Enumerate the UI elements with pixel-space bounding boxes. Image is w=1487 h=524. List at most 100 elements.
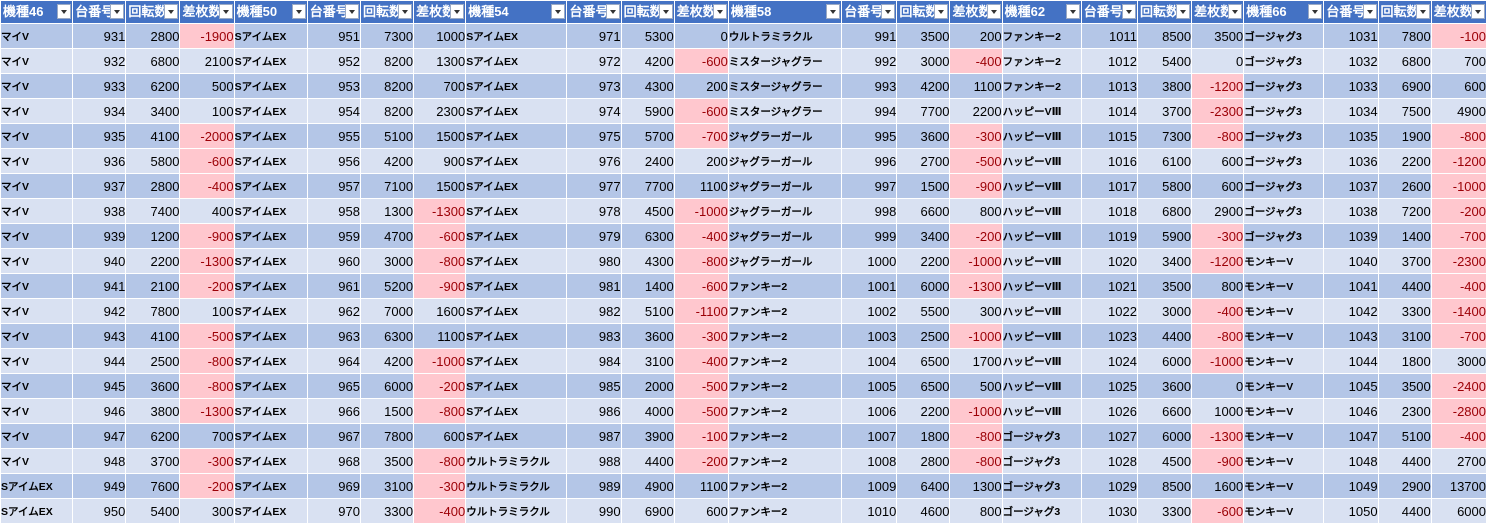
machine-number-cell[interactable]: 1034 [1323, 98, 1379, 124]
machine-number-cell[interactable]: 1024 [1080, 348, 1138, 374]
machine-name-cell[interactable]: ハッピーVⅢ [1001, 298, 1082, 324]
coin-diff-cell[interactable]: 1300 [413, 48, 467, 74]
coin-diff-cell[interactable]: 600 [673, 498, 729, 524]
machine-name-cell[interactable]: SアイムEX [233, 123, 308, 149]
spin-count-cell[interactable]: 1500 [359, 398, 415, 424]
machine-number-cell[interactable]: 1017 [1080, 173, 1138, 199]
machine-name-cell[interactable]: マイV [0, 298, 74, 324]
spin-count-cell[interactable]: 6000 [359, 373, 415, 399]
spin-count-cell[interactable]: 2600 [1377, 173, 1432, 199]
machine-name-cell[interactable]: ファンキー2 [727, 298, 843, 324]
machine-name-cell[interactable]: マイV [0, 198, 74, 224]
coin-diff-cell[interactable]: -200 [413, 373, 467, 399]
machine-name-cell[interactable]: ウルトラミラクル [465, 498, 568, 524]
machine-number-cell[interactable]: 958 [306, 198, 361, 224]
spin-count-cell[interactable]: 1300 [359, 198, 415, 224]
filter-dropdown-icon[interactable] [164, 4, 179, 19]
machine-number-cell[interactable]: 955 [306, 123, 361, 149]
column-header[interactable]: 回転数 [359, 0, 415, 24]
coin-diff-cell[interactable]: -800 [1191, 123, 1245, 149]
machine-number-cell[interactable]: 1032 [1323, 48, 1379, 74]
machine-name-cell[interactable]: SアイムEX [233, 323, 308, 349]
coin-diff-cell[interactable]: 800 [1191, 273, 1245, 299]
coin-diff-cell[interactable]: 600 [1430, 73, 1487, 99]
coin-diff-cell[interactable]: -500 [673, 373, 729, 399]
machine-name-cell[interactable]: SアイムEX [465, 248, 568, 274]
machine-number-cell[interactable]: 1039 [1323, 223, 1379, 249]
filter-dropdown-icon[interactable] [57, 4, 72, 19]
machine-number-cell[interactable]: 1026 [1080, 398, 1138, 424]
machine-number-cell[interactable]: 933 [72, 73, 127, 99]
coin-diff-cell[interactable]: 500 [949, 373, 1003, 399]
machine-name-cell[interactable]: ウルトラミラクル [465, 473, 568, 499]
column-header[interactable]: 回転数 [1377, 0, 1432, 24]
coin-diff-cell[interactable]: -1000 [673, 198, 729, 224]
machine-name-cell[interactable]: ジャグラーガール [727, 173, 843, 199]
machine-name-cell[interactable]: ゴージャグ3 [1001, 423, 1082, 449]
spin-count-cell[interactable]: 1800 [896, 423, 951, 449]
coin-diff-cell[interactable]: -200 [179, 473, 235, 499]
machine-name-cell[interactable]: SアイムEX [465, 23, 568, 49]
machine-name-cell[interactable]: マイV [0, 23, 74, 49]
machine-number-cell[interactable]: 1021 [1080, 273, 1138, 299]
spin-count-cell[interactable]: 7300 [359, 23, 415, 49]
machine-number-cell[interactable]: 940 [72, 248, 127, 274]
machine-name-cell[interactable]: SアイムEX [465, 323, 568, 349]
machine-name-cell[interactable]: ゴージャグ3 [1243, 198, 1325, 224]
spin-count-cell[interactable]: 5100 [1377, 423, 1432, 449]
machine-name-cell[interactable]: ファンキー2 [727, 348, 843, 374]
machine-name-cell[interactable]: SアイムEX [233, 373, 308, 399]
machine-number-cell[interactable]: 968 [306, 448, 361, 474]
spin-count-cell[interactable]: 6800 [1377, 48, 1432, 74]
coin-diff-cell[interactable]: -700 [673, 123, 729, 149]
machine-number-cell[interactable]: 1045 [1323, 373, 1379, 399]
filter-dropdown-icon[interactable] [826, 4, 841, 19]
machine-name-cell[interactable]: SアイムEX [233, 148, 308, 174]
spin-count-cell[interactable]: 3500 [1377, 373, 1432, 399]
column-header[interactable]: 差枚数 [949, 0, 1003, 24]
column-header[interactable]: 台番号 [566, 0, 622, 24]
machine-name-cell[interactable]: ゴージャグ3 [1001, 448, 1082, 474]
machine-number-cell[interactable]: 971 [566, 23, 622, 49]
machine-number-cell[interactable]: 1010 [841, 498, 898, 524]
machine-name-cell[interactable]: ミスタージャグラー [727, 98, 843, 124]
machine-name-cell[interactable]: マイV [0, 423, 74, 449]
column-header[interactable]: 機種66 [1243, 0, 1325, 24]
machine-number-cell[interactable]: 1035 [1323, 123, 1379, 149]
spin-count-cell[interactable]: 6200 [125, 73, 181, 99]
machine-number-cell[interactable]: 962 [306, 298, 361, 324]
spin-count-cell[interactable]: 4200 [620, 48, 675, 74]
machine-number-cell[interactable]: 937 [72, 173, 127, 199]
machine-name-cell[interactable]: ハッピーVⅢ [1001, 148, 1082, 174]
coin-diff-cell[interactable]: -1300 [179, 398, 235, 424]
machine-number-cell[interactable]: 994 [841, 98, 898, 124]
column-header[interactable]: 台番号 [1080, 0, 1138, 24]
spin-count-cell[interactable]: 7000 [359, 298, 415, 324]
spin-count-cell[interactable]: 8200 [359, 73, 415, 99]
machine-name-cell[interactable]: モンキーV [1243, 323, 1325, 349]
machine-name-cell[interactable]: マイV [0, 348, 74, 374]
spin-count-cell[interactable]: 6200 [125, 423, 181, 449]
filter-dropdown-icon[interactable] [450, 4, 465, 19]
spin-count-cell[interactable]: 5500 [896, 298, 951, 324]
spin-count-cell[interactable]: 7800 [1377, 23, 1432, 49]
spin-count-cell[interactable]: 5800 [1136, 173, 1193, 199]
filter-dropdown-icon[interactable] [110, 4, 125, 19]
coin-diff-cell[interactable]: -2000 [179, 123, 235, 149]
coin-diff-cell[interactable]: -800 [413, 248, 467, 274]
spin-count-cell[interactable]: 5200 [359, 273, 415, 299]
coin-diff-cell[interactable]: 1100 [413, 323, 467, 349]
spin-count-cell[interactable]: 2900 [1377, 473, 1432, 499]
spin-count-cell[interactable]: 2800 [125, 173, 181, 199]
machine-name-cell[interactable]: SアイムEX [465, 423, 568, 449]
spin-count-cell[interactable]: 6000 [1136, 348, 1193, 374]
machine-number-cell[interactable]: 946 [72, 398, 127, 424]
machine-name-cell[interactable]: マイV [0, 223, 74, 249]
spin-count-cell[interactable]: 3700 [125, 448, 181, 474]
spin-count-cell[interactable]: 4200 [896, 73, 951, 99]
spin-count-cell[interactable]: 4000 [620, 398, 675, 424]
spin-count-cell[interactable]: 7200 [1377, 198, 1432, 224]
machine-name-cell[interactable]: マイV [0, 173, 74, 199]
coin-diff-cell[interactable]: -600 [413, 223, 467, 249]
machine-number-cell[interactable]: 1027 [1080, 423, 1138, 449]
